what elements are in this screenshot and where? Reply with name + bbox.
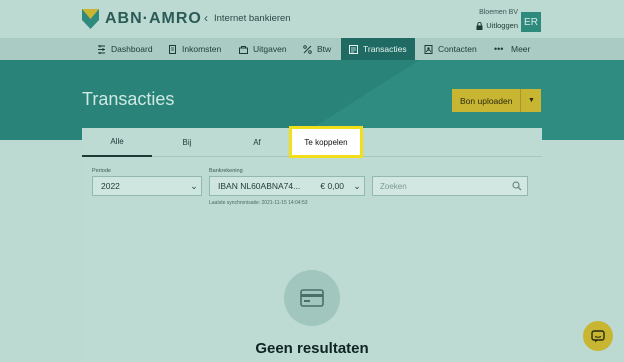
search-placeholder: Zoeken [380, 181, 407, 191]
chevron-left-icon: ‹ [204, 11, 208, 25]
logout-link[interactable]: Uitloggen [476, 21, 518, 30]
company-name: Bloemen BV [479, 9, 518, 16]
basket-icon [239, 45, 248, 54]
tab-bij[interactable]: Bij [152, 128, 222, 157]
chat-icon [591, 329, 605, 342]
nav-item-dashboard[interactable]: Dashboard [97, 38, 153, 60]
nav-item-btw[interactable]: Btw [303, 38, 331, 60]
logo-shield-icon [82, 9, 99, 29]
top-header: ABN·AMRO ‹ Internet bankieren Bloemen BV… [0, 0, 624, 38]
logout-label: Uitloggen [486, 21, 518, 30]
page-title: Transacties [82, 89, 175, 109]
upload-receipt-button[interactable]: Bon uploaden ▼ [452, 89, 541, 112]
lock-icon [476, 21, 483, 30]
contacts-icon [424, 44, 433, 54]
nav-item-label: Uitgaven [253, 44, 287, 54]
tab-te-koppelen[interactable]: Te koppelen [289, 126, 363, 158]
bank-account-value: IBAN NL60ABNA74... [218, 181, 301, 191]
avatar[interactable]: ER [521, 12, 541, 32]
period-select[interactable]: 2022 ⌄ [92, 176, 202, 196]
btw-icon [303, 44, 312, 54]
dashboard-icon [98, 44, 105, 54]
chevron-down-icon: ⌄ [190, 180, 198, 191]
chevron-down-icon: ⌄ [353, 180, 361, 191]
nav-item-label: Meer [511, 44, 531, 54]
nav-item-meer[interactable]: ••• Meer [494, 38, 530, 60]
empty-state-title: Geen resultaten [255, 340, 369, 357]
nav-item-label: Btw [317, 44, 332, 54]
transaction-tabs: Alle Bij Af Te koppelen [82, 126, 542, 158]
last-sync-timestamp: Laatste synchronisatie: 2021-11-15 14:04… [209, 200, 308, 206]
nav-item-label: Transacties [363, 44, 407, 54]
nav-item-label: Dashboard [111, 44, 153, 54]
nav-item-uitgaven[interactable]: Uitgaven [239, 38, 287, 60]
nav-item-transacties[interactable]: Transacties [341, 38, 415, 60]
tab-alle[interactable]: Alle [82, 128, 152, 157]
back-to-internet-banking-link[interactable]: ‹ Internet bankieren [204, 12, 291, 24]
search-input[interactable]: Zoeken [372, 176, 528, 196]
abn-amro-logo[interactable]: ABN·AMRO [82, 9, 202, 29]
nav-item-label: Contacten [438, 44, 477, 54]
transactions-icon [349, 44, 358, 54]
more-icon: ••• [494, 43, 504, 54]
period-label: Periode [92, 168, 111, 174]
chat-support-button[interactable] [583, 321, 613, 351]
tab-af[interactable]: Af [222, 128, 292, 157]
period-value: 2022 [101, 181, 120, 191]
bank-account-balance: € 0,00 [320, 181, 344, 191]
credit-card-icon [300, 289, 324, 307]
document-icon [169, 44, 176, 54]
bank-account-label: Bankrekening [209, 168, 243, 174]
logo-text: ABN·AMRO [105, 10, 202, 27]
back-link-label: Internet bankieren [214, 12, 291, 24]
bank-account-select[interactable]: IBAN NL60ABNA74... € 0,00 ⌄ [209, 176, 365, 196]
empty-state-illustration [284, 270, 340, 326]
search-icon[interactable] [512, 181, 522, 191]
transactions-card: Alle Bij Af Te koppelen [82, 126, 542, 362]
nav-item-inkomsten[interactable]: Inkomsten [168, 38, 221, 60]
chevron-down-icon[interactable]: ▼ [521, 97, 535, 104]
main-nav: Dashboard Inkomsten Uitgaven Btw Transac… [0, 38, 624, 60]
upload-button-label: Bon uploaden [460, 95, 513, 106]
nav-item-contacten[interactable]: Contacten [424, 38, 477, 60]
nav-item-label: Inkomsten [182, 44, 222, 54]
